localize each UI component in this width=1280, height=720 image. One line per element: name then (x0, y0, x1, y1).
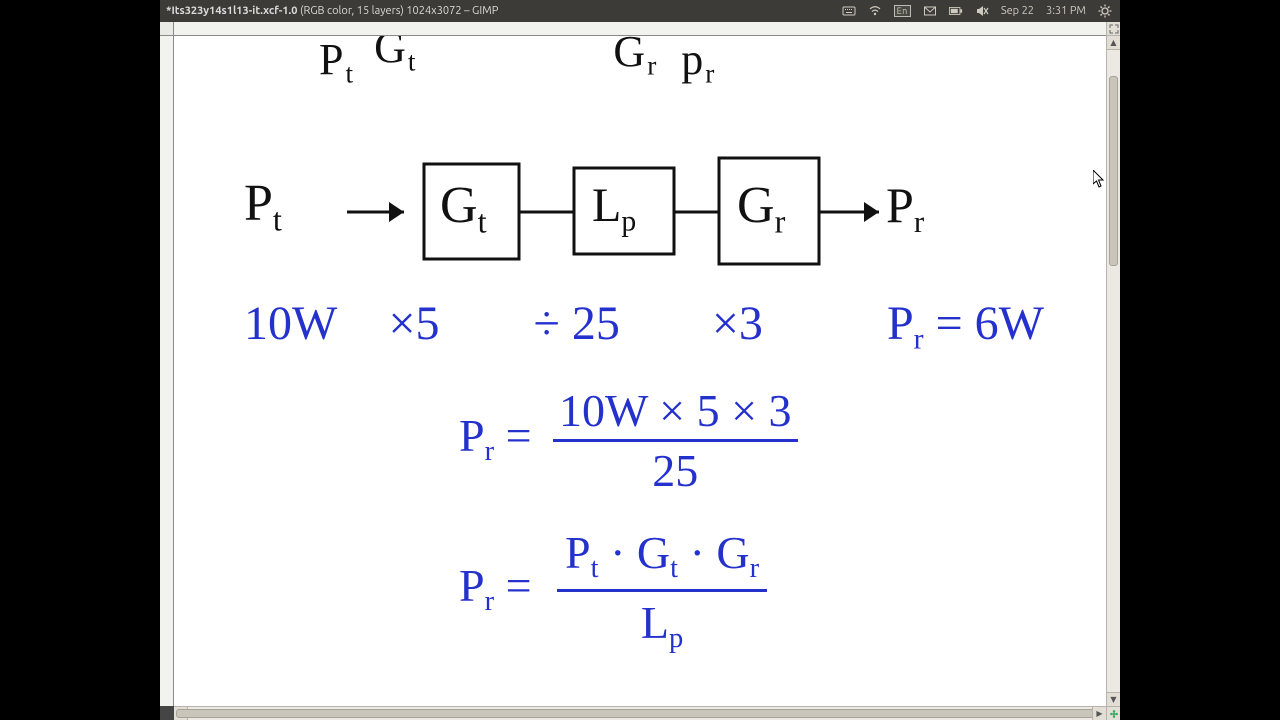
clock-time[interactable]: 3:31 PM (1046, 5, 1086, 17)
keyboard-icon[interactable] (842, 4, 856, 18)
header-Pr: pr (681, 36, 716, 84)
vertical-scroll-thumb[interactable] (1109, 76, 1118, 266)
input-language-indicator[interactable]: En (894, 5, 911, 17)
eq2-num: Pt · Gt · Gr (557, 526, 767, 592)
eq1-den: 25 (553, 442, 797, 497)
title-filename: *Its323y14s1l13-it.xcf-1.0 (166, 5, 297, 17)
calc-div25: ÷ 25 (534, 297, 620, 350)
canvas-wrap: Pt Gt Gr pr (160, 22, 1120, 720)
calc-10w: 10W (244, 297, 336, 350)
calc-line: 10W ×5 ÷ 25 ×3 Pr = 6W (244, 296, 1064, 357)
gimp-image-window: Pt Gt Gr pr (160, 22, 1120, 720)
canvas-viewport[interactable]: Pt Gt Gr pr (174, 36, 1106, 706)
scroll-down-button[interactable]: ▼ (1107, 692, 1120, 706)
eq1-num: 10W × 5 × 3 (553, 384, 797, 442)
header-Gr: Gr (613, 36, 658, 82)
flow-Pr: Pr (886, 176, 924, 240)
eq1-lhs: Pr = (459, 410, 532, 461)
header-vars: Pt Gt Gr pr (319, 36, 716, 90)
eq2-lhs: Pr = (459, 560, 532, 611)
eq2-den: Lp (557, 592, 767, 655)
mail-icon[interactable] (923, 4, 937, 18)
scroll-right-button[interactable]: ▶ (1092, 707, 1106, 720)
indicator-area: En Sep 22 3:31 PM (842, 4, 1120, 18)
flow-box3-label: Gr (737, 176, 785, 240)
scroll-up-button[interactable]: ▲ (1107, 36, 1120, 50)
session-gear-icon[interactable] (1098, 4, 1112, 18)
volume-mute-icon[interactable] (975, 4, 989, 18)
horizontal-scroll-thumb[interactable] (176, 709, 1104, 718)
flow-box1-label: Gt (440, 176, 487, 240)
vertical-scrollbar[interactable]: ▲ ▼ (1106, 36, 1120, 706)
ruler-origin-corner[interactable] (160, 22, 174, 36)
clock-date[interactable]: Sep 22 (1001, 5, 1034, 17)
flow-box2-label: Lp (592, 178, 636, 239)
eq-numeric: Pr = 10W × 5 × 3 25 (459, 384, 798, 497)
window-title: *Its323y14s1l13-it.xcf-1.0 (RGB color, 1… (160, 5, 842, 17)
calc-result: Pr = 6W (887, 297, 1044, 350)
battery-icon[interactable] (949, 4, 963, 18)
canvas-page[interactable]: Pt Gt Gr pr (174, 36, 1106, 706)
horizontal-scrollbar[interactable]: ◀ ▶ (174, 706, 1106, 720)
header-Pt: Pt (319, 36, 355, 84)
flow-diagram (229, 146, 949, 276)
zoom-fit-button[interactable] (1106, 22, 1120, 36)
title-mode: (RGB color, 15 layers) (300, 5, 404, 17)
navigation-corner-icon[interactable] (1106, 706, 1120, 720)
vertical-ruler[interactable] (160, 36, 174, 706)
flow-Pt: Pt (244, 174, 282, 238)
canvas-row: Pt Gt Gr pr (160, 22, 1120, 720)
calc-x3: ×3 (712, 297, 763, 350)
horizontal-ruler[interactable] (174, 22, 1106, 36)
title-app: – GIMP (464, 5, 498, 17)
eq-symbolic: Pr = Pt · Gt · Gr Lp (459, 526, 767, 655)
calc-x5: ×5 (388, 297, 439, 350)
title-dims: 1024x3072 (406, 5, 461, 17)
top-panel: *Its323y14s1l13-it.xcf-1.0 (RGB color, 1… (160, 0, 1120, 22)
screen: *Its323y14s1l13-it.xcf-1.0 (RGB color, 1… (0, 0, 1280, 720)
header-Gt: Gt (374, 36, 417, 78)
wifi-icon[interactable] (868, 4, 882, 18)
